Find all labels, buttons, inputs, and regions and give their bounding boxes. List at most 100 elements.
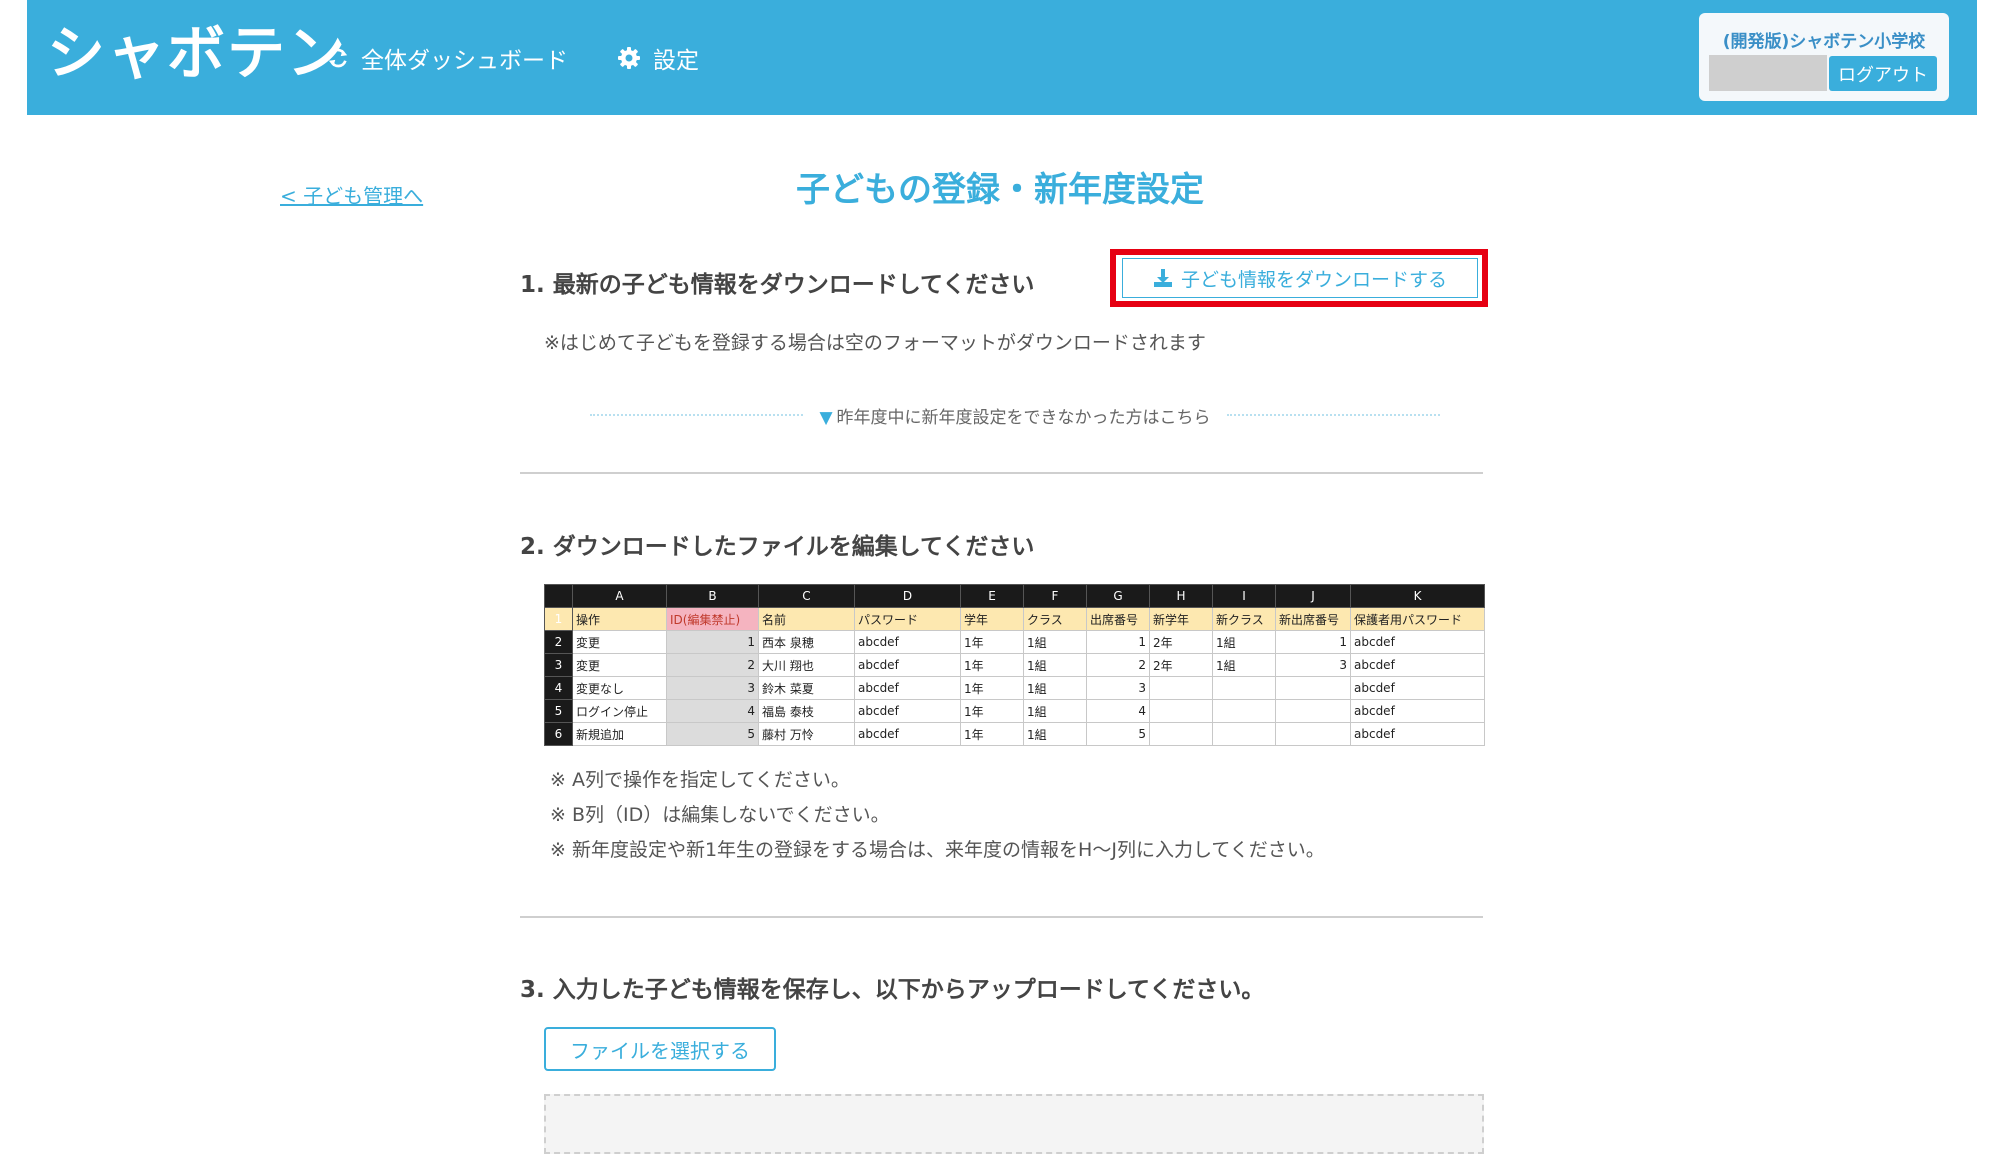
cell: [1275, 699, 1351, 723]
row-number: 3: [544, 653, 573, 677]
table-row: 4 変更なし 3 鈴木 菜夏 abcdef 1年 1組 3 abcdef: [544, 676, 1485, 700]
cell: [1212, 699, 1276, 723]
cell: 1組: [1023, 699, 1087, 723]
cell: abcdef: [854, 630, 961, 654]
previous-year-toggle[interactable]: ▼ 昨年度中に新年度設定をできなかった方はこちら: [803, 403, 1226, 428]
cell: 西本 泉穂: [758, 630, 855, 654]
app-logo[interactable]: シャボテン: [47, 8, 347, 98]
header-cell: クラス: [1023, 607, 1087, 631]
cell: abcdef: [1350, 722, 1485, 746]
nav-dashboard[interactable]: 全体ダッシュボード: [327, 38, 568, 78]
page-title: 子どもの登録・新年度設定: [796, 170, 1204, 210]
section-divider: [520, 472, 1483, 474]
cell: 1組: [1023, 653, 1087, 677]
cell: 大川 翔也: [758, 653, 855, 677]
row-number: 6: [544, 722, 573, 746]
sheet-header-row: 1 操作 ID(編集禁止) 名前 パスワード 学年 クラス 出席番号 新学年 新…: [544, 607, 1485, 631]
step3-heading: 3. 入力した子ども情報を保存し、以下からアップロードしてください。: [520, 977, 1265, 1003]
cell: abcdef: [1350, 676, 1485, 700]
header-cell: 保護者用パスワード: [1350, 607, 1485, 631]
download-children-button[interactable]: 子ども情報をダウンロードする: [1122, 258, 1478, 298]
step1-heading: 1. 最新の子ども情報をダウンロードしてください: [520, 272, 1035, 298]
cell: ログイン停止: [572, 699, 667, 723]
cell-id: 1: [666, 630, 759, 654]
cell: 1組: [1212, 630, 1276, 654]
cell-id: 3: [666, 676, 759, 700]
sync-icon: [328, 48, 348, 68]
step1-note: ※はじめて子どもを登録する場合は空のフォーマットがダウンロードされます: [544, 332, 1206, 354]
logout-button[interactable]: ログアウト: [1829, 56, 1937, 91]
column-header: K: [1350, 584, 1485, 608]
nav-settings[interactable]: 設定: [617, 38, 699, 78]
cell: 1組: [1023, 630, 1087, 654]
cell: 鈴木 菜夏: [758, 676, 855, 700]
header-cell: 出席番号: [1086, 607, 1150, 631]
cell: [1212, 722, 1276, 746]
header-cell: 新出席番号: [1275, 607, 1351, 631]
cell: 2年: [1149, 653, 1213, 677]
previous-year-toggle-label: 昨年度中に新年度設定をできなかった方はこちら: [836, 407, 1211, 428]
cell: 藤村 万怜: [758, 722, 855, 746]
column-header: C: [758, 584, 855, 608]
cell: 2: [1086, 653, 1150, 677]
cell: abcdef: [1350, 653, 1485, 677]
step2-note-3: ※ 新年度設定や新1年生の登録をする場合は、来年度の情報をH～J列に入力してくだ…: [550, 839, 1325, 861]
column-header: H: [1149, 584, 1213, 608]
row-number: 1: [544, 607, 573, 631]
cell: 1年: [960, 676, 1024, 700]
column-header: F: [1023, 584, 1087, 608]
cell-id: 5: [666, 722, 759, 746]
nav-settings-label: 設定: [653, 48, 699, 74]
sheet-corner: [544, 584, 573, 608]
triangle-down-icon: ▼: [819, 407, 833, 428]
select-file-button[interactable]: ファイルを選択する: [544, 1027, 776, 1071]
file-drop-zone[interactable]: [544, 1094, 1484, 1154]
row-number: 5: [544, 699, 573, 723]
cell: 2年: [1149, 630, 1213, 654]
download-icon: [1153, 269, 1172, 287]
cell: 変更: [572, 630, 667, 654]
column-header: E: [960, 584, 1024, 608]
header-cell: 操作: [572, 607, 667, 631]
column-header: B: [666, 584, 759, 608]
cell: abcdef: [854, 722, 961, 746]
cell: 福島 泰枝: [758, 699, 855, 723]
school-name: (開発版)シャボテン小学校: [1722, 32, 1926, 52]
column-header: J: [1275, 584, 1351, 608]
cell: [1212, 676, 1276, 700]
table-row: 5 ログイン停止 4 福島 泰枝 abcdef 1年 1組 4 abcdef: [544, 699, 1485, 723]
cell: 1組: [1023, 676, 1087, 700]
cell: 1年: [960, 699, 1024, 723]
cell: 3: [1086, 676, 1150, 700]
column-header: I: [1212, 584, 1276, 608]
dotted-divider: [1226, 414, 1441, 416]
cell: 5: [1086, 722, 1150, 746]
table-row: 6 新規追加 5 藤村 万怜 abcdef 1年 1組 5 abcdef: [544, 722, 1485, 746]
cell: 1年: [960, 630, 1024, 654]
cell: [1149, 676, 1213, 700]
dotted-divider: [590, 414, 804, 416]
step2-heading: 2. ダウンロードしたファイルを編集してください: [520, 534, 1035, 560]
cell: abcdef: [854, 699, 961, 723]
cell: 新規追加: [572, 722, 667, 746]
previous-year-toggle-row: ▼ 昨年度中に新年度設定をできなかった方はこちら: [590, 402, 1441, 428]
column-header: A: [572, 584, 667, 608]
cell: 1年: [960, 722, 1024, 746]
cell: 1: [1086, 630, 1150, 654]
cell: 1年: [960, 653, 1024, 677]
cell: 4: [1086, 699, 1150, 723]
header-cell-id: ID(編集禁止): [666, 607, 759, 631]
column-header: D: [854, 584, 961, 608]
cell: 変更なし: [572, 676, 667, 700]
cell: 1組: [1023, 722, 1087, 746]
header-cell: 学年: [960, 607, 1024, 631]
cell: abcdef: [854, 676, 961, 700]
cell: 変更: [572, 653, 667, 677]
nav-dashboard-label: 全体ダッシュボード: [361, 48, 568, 74]
section-divider: [520, 916, 1483, 918]
step2-note-2: ※ B列（ID）は編集しないでください。: [550, 804, 890, 826]
user-name-redacted: [1709, 55, 1827, 91]
cell: 3: [1275, 653, 1351, 677]
cell: abcdef: [854, 653, 961, 677]
cell: 1: [1275, 630, 1351, 654]
